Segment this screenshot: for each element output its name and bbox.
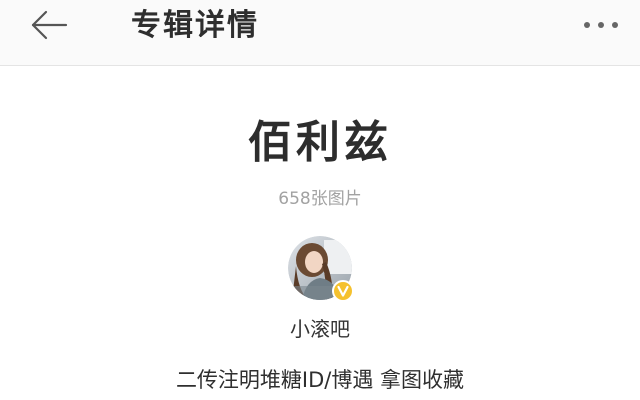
album-description: 二传注明堆糖ID/博遇 拿图收藏 (175, 368, 465, 392)
arrow-left-icon (31, 10, 68, 40)
top-bar: 专辑详情 (0, 0, 640, 66)
more-button[interactable] (576, 8, 626, 42)
more-dots-icon (584, 22, 618, 28)
image-count: 658张图片 (278, 189, 362, 209)
album-detail-page: 专辑详情 佰利兹 658张图片 小滚吧 二传注明堆糖ID/博遇 拿图收藏 (0, 0, 640, 400)
page-title: 专辑详情 (131, 8, 259, 43)
back-button[interactable] (26, 5, 74, 45)
author-avatar[interactable] (288, 236, 354, 302)
album-title: 佰利兹 (248, 117, 392, 168)
verified-v-icon (332, 280, 354, 302)
author-name[interactable]: 小滚吧 (0, 315, 640, 343)
